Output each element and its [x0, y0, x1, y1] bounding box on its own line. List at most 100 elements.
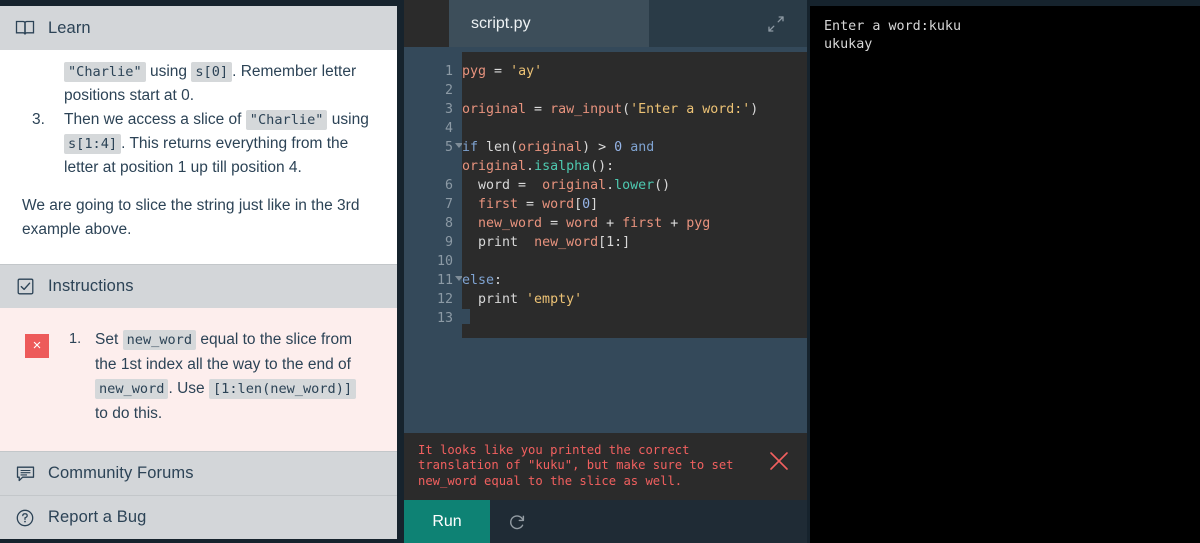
text-cursor: [462, 309, 470, 324]
learn-item-number: 3.: [32, 111, 45, 129]
code-token: ): [582, 140, 591, 155]
code-token: word: [566, 216, 599, 231]
sidebar-item-report-a-bug[interactable]: Report a Bug: [0, 495, 397, 539]
editor-tabbar: script.py: [404, 0, 807, 47]
code-line: else:: [462, 271, 799, 290]
section-title-learn: Learn: [48, 18, 91, 37]
code-token: (: [510, 140, 519, 155]
code-token: :: [494, 273, 503, 288]
editor-toolbar: Run: [404, 500, 807, 543]
code-editor[interactable]: 1 2 3 4 5 6 7 8 9 10 11 12 13 pyg = 'ay' original = …: [404, 47, 807, 433]
code-line: word = original.lower(): [462, 176, 799, 195]
left-panel: Learn "Charlie" using s[0]. Remember let…: [0, 6, 397, 539]
learn-frag-code-0: "Charlie": [64, 62, 146, 82]
line-number: 5: [404, 138, 463, 176]
instruction-item: 1. Set new_word equal to the slice from …: [69, 328, 369, 427]
code-line: if len(original) > 0 and original.isalph…: [462, 138, 799, 176]
sidebar-item-community-forums[interactable]: Community Forums: [0, 451, 397, 495]
code-token: =: [518, 197, 543, 212]
expand-diagonal-icon[interactable]: [766, 14, 786, 34]
code-token: =: [526, 102, 551, 117]
code-token: new_word: [534, 235, 599, 250]
line-number: 1: [444, 64, 453, 79]
instr-code-5: [1:len(new_word)]: [208, 379, 357, 400]
refresh-icon[interactable]: [490, 500, 544, 543]
code-token: =: [542, 216, 567, 231]
code-token: else: [462, 273, 495, 288]
code-token: ():: [590, 159, 615, 174]
code-token: new_word: [462, 216, 543, 231]
code-line: original = raw_input('Enter a word:'): [462, 100, 799, 119]
learn-content: "Charlie" using s[0]. Remember letter po…: [0, 50, 397, 264]
code-line: first = word[0]: [462, 195, 799, 214]
line-number: 9: [444, 235, 453, 250]
editor-panel: script.py 1 2 3 4 5 6 7 8 9 10 11 12 13 pyg = 'ay' o…: [404, 0, 807, 543]
code-token: print: [462, 292, 527, 307]
code-token: word: [542, 197, 575, 212]
output-terminal[interactable]: Enter a word:kuku ukukay: [810, 6, 1200, 543]
status-badge-failed: ×: [25, 333, 49, 358]
line-number: 8: [444, 216, 453, 231]
instruction-item-text: Set new_word equal to the slice from the…: [95, 329, 357, 422]
section-title-instructions: Instructions: [48, 276, 134, 295]
codecademy-exercise-app: Learn "Charlie" using s[0]. Remember let…: [0, 0, 1200, 543]
code-token: word: [462, 178, 511, 193]
code-token: 0: [614, 140, 623, 155]
console-error-message: It looks like you printed the correct tr…: [404, 432, 807, 500]
code-token: .: [526, 159, 535, 174]
code-token: =: [486, 64, 511, 79]
close-x-icon[interactable]: [767, 449, 791, 473]
learn-item3-text-2: using: [327, 111, 369, 129]
code-token: =: [510, 178, 543, 193]
section-header-instructions[interactable]: Instructions: [0, 263, 397, 308]
tabbar-left-spacer: [404, 0, 449, 47]
learn-frag-inline-parts: "Charlie" using s[0]. Remember letter po…: [64, 62, 356, 104]
code-token: pyg: [686, 216, 711, 231]
book-icon: [14, 17, 36, 39]
code-token: original: [462, 159, 527, 174]
code-token: len: [486, 140, 511, 155]
learn-frag-code-2: s[0]: [191, 62, 233, 82]
learn-continued-fragment: "Charlie" using s[0]. Remember letter po…: [20, 60, 375, 108]
code-token: 'empty': [526, 292, 583, 307]
code-content[interactable]: pyg = 'ay' original = raw_input('Enter a…: [462, 52, 807, 338]
instr-text-0: Set: [95, 330, 123, 348]
code-token: 0: [582, 197, 591, 212]
code-line: new_word = word + first + pyg: [462, 214, 799, 233]
learn-list-item-3: 3. Then we access a slice of "Charlie" u…: [20, 108, 375, 180]
code-token: [: [574, 197, 583, 212]
code-token: pyg: [462, 64, 487, 79]
code-token: and: [622, 140, 663, 155]
code-token: (): [654, 178, 671, 193]
code-token: +: [662, 216, 687, 231]
line-number: 7: [444, 197, 453, 212]
code-token: ]: [590, 197, 599, 212]
code-token: (: [622, 102, 631, 117]
learn-frag-text-1: using: [145, 63, 192, 80]
run-button[interactable]: Run: [404, 500, 490, 543]
code-token: [1:]: [598, 235, 631, 250]
learn-item-3-text: Then we access a slice of "Charlie" usin…: [64, 110, 369, 176]
learn-item3-text-0: Then we access a slice of: [64, 111, 246, 129]
line-number: 4: [444, 121, 453, 136]
code-token: original: [518, 140, 583, 155]
code-line: print new_word[1:]: [462, 233, 799, 252]
code-token: ): [750, 102, 759, 117]
section-header-learn[interactable]: Learn: [0, 6, 397, 50]
editor-tab-script-py[interactable]: script.py: [449, 0, 649, 47]
code-token: >: [590, 140, 615, 155]
code-line: [462, 309, 799, 328]
code-token: first: [462, 197, 519, 212]
line-number: 11: [404, 271, 463, 290]
code-token: if: [462, 140, 487, 155]
console-error-text: It looks like you printed the correct tr…: [418, 442, 734, 488]
learn-item3-code-1: "Charlie": [245, 110, 328, 131]
code-area: 1 2 3 4 5 6 7 8 9 10 11 12 13 pyg = 'ay' original = …: [404, 52, 807, 338]
code-token: raw_input: [550, 102, 623, 117]
line-number: 2: [444, 83, 453, 98]
speech-bubble-icon: [14, 463, 36, 485]
line-number: 6: [444, 178, 453, 193]
line-number: 13: [436, 311, 453, 326]
